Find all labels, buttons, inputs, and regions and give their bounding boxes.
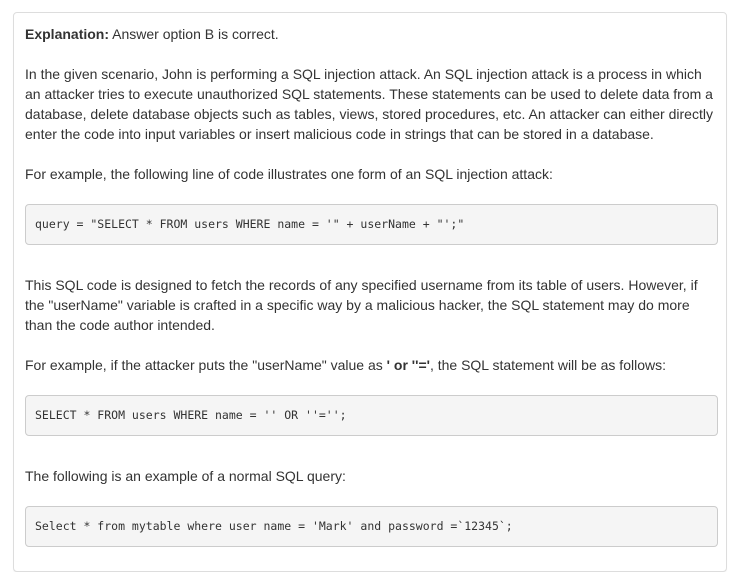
normal-intro-paragraph: The following is an example of a normal … — [25, 468, 346, 484]
example-intro-paragraph: For example, the following line of code … — [25, 166, 553, 182]
answer-text: Answer option B is correct. — [109, 26, 279, 42]
attacker-paragraph: For example, if the attacker puts the "u… — [25, 355, 718, 375]
explanation-label: Explanation: — [25, 26, 110, 42]
attacker-prefix: For example, if the attacker puts the "u… — [25, 357, 387, 373]
explanation-panel: Explanation: Answer option B is correct.… — [13, 12, 727, 572]
result-code-block: SELECT * FROM users WHERE name = '' OR '… — [25, 395, 718, 436]
attacker-value: ' or ''=' — [386, 357, 430, 373]
explanation-header: Explanation: Answer option B is correct. — [25, 24, 718, 44]
attacker-suffix: , the SQL statement will be as follows: — [429, 357, 666, 373]
normal-code-block: Select * from mytable where user name = … — [25, 506, 718, 547]
designed-paragraph: This SQL code is designed to fetch the r… — [25, 277, 698, 333]
injection-code-block: query = "SELECT * FROM users WHERE name … — [25, 204, 718, 245]
scenario-paragraph: In the given scenario, John is performin… — [25, 66, 713, 142]
explanation-content: Explanation: Answer option B is correct.… — [25, 24, 718, 547]
